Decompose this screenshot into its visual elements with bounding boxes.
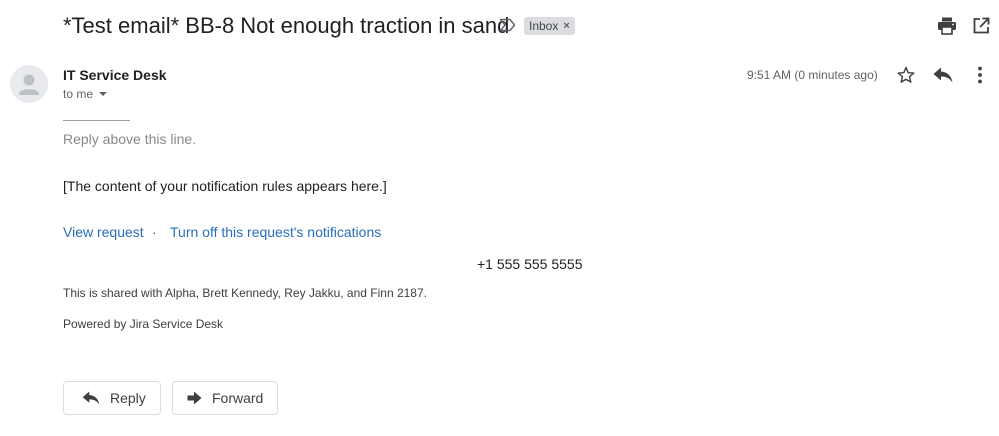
reply-button[interactable]: Reply (63, 381, 161, 415)
shared-with-text: This is shared with Alpha, Brett Kennedy… (63, 286, 427, 300)
sender-avatar[interactable] (10, 65, 48, 103)
inbox-label-chip: Inbox × (524, 17, 575, 35)
recipient-text: to me (63, 87, 94, 101)
open-in-new-window-button[interactable] (969, 14, 993, 38)
forward-button[interactable]: Forward (172, 381, 278, 415)
link-separator: · (152, 224, 157, 240)
reply-divider (63, 120, 130, 121)
powered-by-text: Powered by Jira Service Desk (63, 317, 224, 331)
phone-number: +1 555 555 5555 (477, 256, 583, 272)
inbox-label-text: Inbox (529, 19, 559, 33)
recipient-details-toggle[interactable]: to me (63, 87, 108, 101)
remove-label-icon[interactable]: × (563, 17, 569, 35)
view-request-link[interactable]: View request (63, 224, 144, 240)
forward-icon (187, 391, 202, 405)
reply-button-label: Reply (110, 390, 146, 406)
notification-content-text: [The content of your notification rules … (63, 178, 387, 194)
email-timestamp: 9:51 AM (0 minutes ago) (747, 68, 878, 82)
reply-header-button[interactable] (931, 63, 955, 87)
more-vert-icon (978, 66, 982, 84)
chevron-down-icon (99, 92, 108, 96)
more-options-button[interactable] (968, 63, 992, 87)
turn-off-notifications-link[interactable]: Turn off this request's notifications (170, 224, 381, 240)
print-button[interactable] (935, 14, 959, 38)
reply-icon (933, 67, 953, 83)
star-button[interactable] (894, 63, 918, 87)
reply-above-text: Reply above this line. (63, 131, 197, 147)
sender-name[interactable]: IT Service Desk (63, 67, 167, 83)
importance-marker-icon[interactable] (499, 18, 516, 32)
person-avatar-icon (19, 74, 39, 95)
reply-icon (82, 391, 100, 405)
open-in-new-window-icon (973, 17, 990, 34)
email-subject: *Test email* BB-8 Not enough traction in… (63, 13, 510, 38)
star-icon (897, 66, 915, 83)
print-icon (938, 17, 956, 35)
forward-button-label: Forward (212, 390, 264, 406)
